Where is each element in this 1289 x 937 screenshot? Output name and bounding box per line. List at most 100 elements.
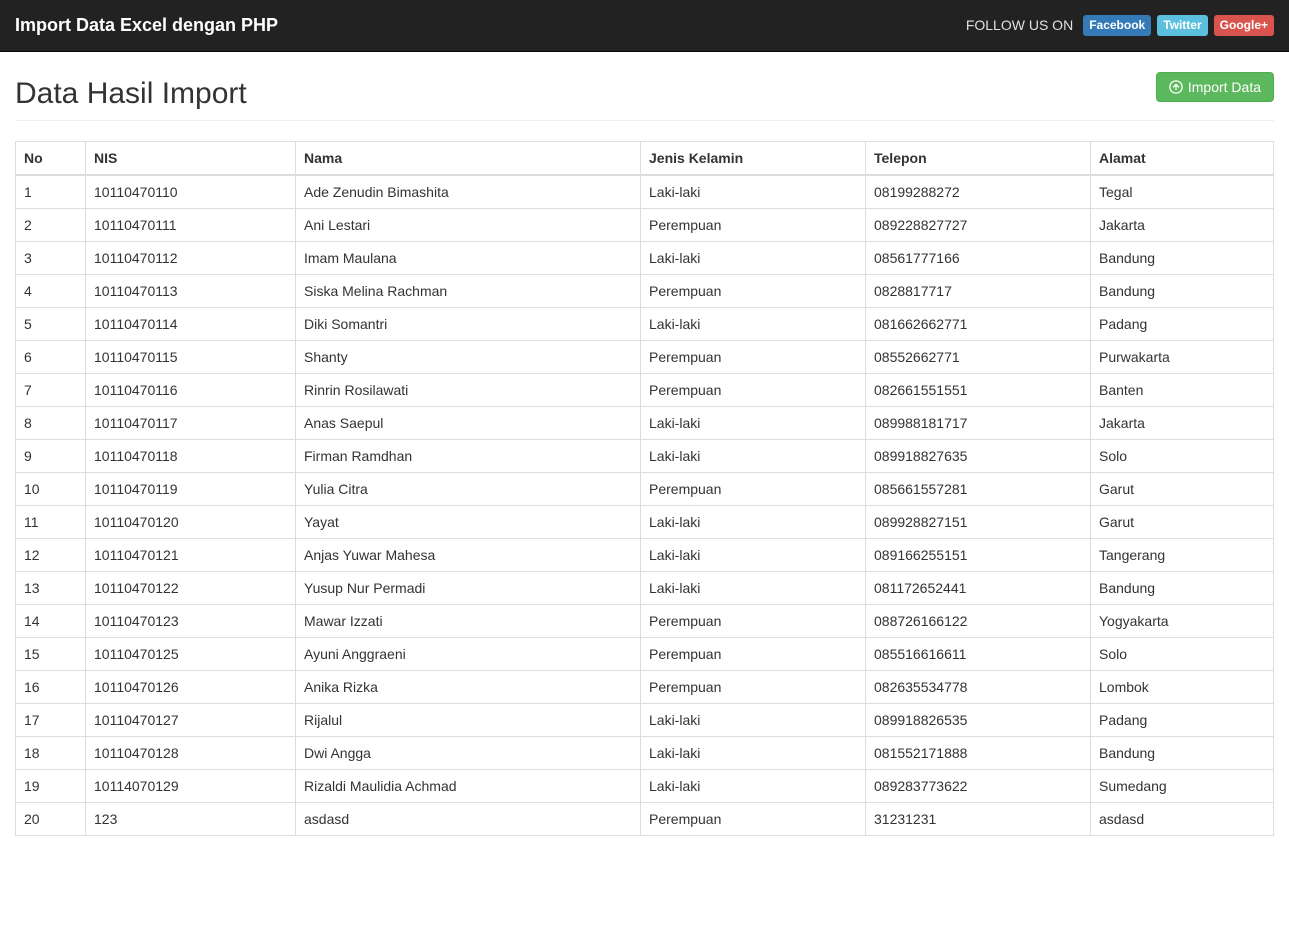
facebook-link[interactable]: Facebook: [1083, 15, 1151, 36]
cell-alamat: Sumedang: [1091, 770, 1274, 803]
follow-us-text: FOLLOW US ON: [966, 17, 1073, 33]
cell-alamat: Purwakarta: [1091, 341, 1274, 374]
data-table: No NIS Nama Jenis Kelamin Telepon Alamat…: [15, 141, 1274, 836]
cell-jk: Perempuan: [641, 671, 866, 704]
cell-nama: Anika Rizka: [296, 671, 641, 704]
cell-nama: Yulia Citra: [296, 473, 641, 506]
cell-jk: Perempuan: [641, 209, 866, 242]
cell-telepon: 0828817717: [866, 275, 1091, 308]
cell-jk: Laki-laki: [641, 506, 866, 539]
table-row: 310110470112Imam MaulanaLaki-laki0856177…: [16, 242, 1274, 275]
cell-telepon: 089283773622: [866, 770, 1091, 803]
cell-telepon: 085661557281: [866, 473, 1091, 506]
navbar: Import Data Excel dengan PHP FOLLOW US O…: [0, 0, 1289, 52]
cell-nama: Ade Zenudin Bimashita: [296, 175, 641, 209]
cell-telepon: 08199288272: [866, 175, 1091, 209]
cell-nis: 10110470119: [86, 473, 296, 506]
twitter-link[interactable]: Twitter: [1157, 15, 1207, 36]
cell-alamat: Bandung: [1091, 737, 1274, 770]
cell-no: 8: [16, 407, 86, 440]
cell-no: 20: [16, 803, 86, 836]
cell-telepon: 089918827635: [866, 440, 1091, 473]
cell-no: 9: [16, 440, 86, 473]
cell-alamat: Padang: [1091, 704, 1274, 737]
cell-telepon: 088726166122: [866, 605, 1091, 638]
cell-no: 12: [16, 539, 86, 572]
cell-alamat: Jakarta: [1091, 209, 1274, 242]
cell-nis: 10110470125: [86, 638, 296, 671]
cell-nama: Rijalul: [296, 704, 641, 737]
cell-alamat: Lombok: [1091, 671, 1274, 704]
cell-alamat: Yogyakarta: [1091, 605, 1274, 638]
cell-jk: Perempuan: [641, 473, 866, 506]
header-nama: Nama: [296, 142, 641, 176]
cell-jk: Laki-laki: [641, 737, 866, 770]
cell-alamat: Banten: [1091, 374, 1274, 407]
cell-nis: 10110470114: [86, 308, 296, 341]
cell-no: 17: [16, 704, 86, 737]
table-row: 910110470118Firman RamdhanLaki-laki08991…: [16, 440, 1274, 473]
cell-telepon: 082635534778: [866, 671, 1091, 704]
cell-nis: 10110470121: [86, 539, 296, 572]
cell-nama: Firman Ramdhan: [296, 440, 641, 473]
cell-jk: Laki-laki: [641, 407, 866, 440]
cell-nis: 10110470112: [86, 242, 296, 275]
header-alamat: Alamat: [1091, 142, 1274, 176]
cell-alamat: Garut: [1091, 506, 1274, 539]
cell-telepon: 089166255151: [866, 539, 1091, 572]
cell-telepon: 089988181717: [866, 407, 1091, 440]
cell-no: 18: [16, 737, 86, 770]
cell-nama: Mawar Izzati: [296, 605, 641, 638]
cell-telepon: 082661551551: [866, 374, 1091, 407]
table-row: 1510110470125Ayuni AnggraeniPerempuan085…: [16, 638, 1274, 671]
cell-jk: Laki-laki: [641, 175, 866, 209]
header-no: No: [16, 142, 86, 176]
cell-nama: asdasd: [296, 803, 641, 836]
header-telepon: Telepon: [866, 142, 1091, 176]
cell-jk: Laki-laki: [641, 242, 866, 275]
navbar-brand[interactable]: Import Data Excel dengan PHP: [15, 0, 278, 51]
cell-telepon: 089918826535: [866, 704, 1091, 737]
table-row: 1410110470123Mawar IzzatiPerempuan088726…: [16, 605, 1274, 638]
cell-jk: Perempuan: [641, 341, 866, 374]
google-link[interactable]: Google+: [1214, 15, 1274, 36]
cell-alamat: Bandung: [1091, 572, 1274, 605]
cell-no: 11: [16, 506, 86, 539]
cell-nama: Ayuni Anggraeni: [296, 638, 641, 671]
cell-jk: Laki-laki: [641, 440, 866, 473]
cell-no: 6: [16, 341, 86, 374]
cell-jk: Laki-laki: [641, 704, 866, 737]
cell-nis: 123: [86, 803, 296, 836]
cell-jk: Laki-laki: [641, 572, 866, 605]
cell-nis: 10110470115: [86, 341, 296, 374]
import-data-label: Import Data: [1188, 79, 1261, 95]
cell-nis: 10110470110: [86, 175, 296, 209]
table-row: 1010110470119Yulia CitraPerempuan0856615…: [16, 473, 1274, 506]
table-row: 110110470110Ade Zenudin BimashitaLaki-la…: [16, 175, 1274, 209]
cell-alamat: Tegal: [1091, 175, 1274, 209]
table-row: 710110470116Rinrin RosilawatiPerempuan08…: [16, 374, 1274, 407]
cell-no: 14: [16, 605, 86, 638]
table-row: 1910114070129Rizaldi Maulidia AchmadLaki…: [16, 770, 1274, 803]
cell-telepon: 089928827151: [866, 506, 1091, 539]
cell-jk: Laki-laki: [641, 770, 866, 803]
cell-no: 4: [16, 275, 86, 308]
cell-nama: Dwi Angga: [296, 737, 641, 770]
cell-no: 19: [16, 770, 86, 803]
cell-telepon: 089228827727: [866, 209, 1091, 242]
cell-no: 13: [16, 572, 86, 605]
cell-telepon: 081552171888: [866, 737, 1091, 770]
main-container: Data Hasil Import Import Data No NIS Nam…: [0, 52, 1289, 856]
cell-nama: Ani Lestari: [296, 209, 641, 242]
cell-nis: 10110470128: [86, 737, 296, 770]
cell-jk: Perempuan: [641, 605, 866, 638]
cell-alamat: Garut: [1091, 473, 1274, 506]
cell-nama: Diki Somantri: [296, 308, 641, 341]
cell-nama: Yusup Nur Permadi: [296, 572, 641, 605]
cell-no: 1: [16, 175, 86, 209]
import-data-button[interactable]: Import Data: [1156, 72, 1274, 102]
cell-telepon: 085516616611: [866, 638, 1091, 671]
table-row: 1310110470122Yusup Nur PermadiLaki-laki0…: [16, 572, 1274, 605]
cell-nama: Imam Maulana: [296, 242, 641, 275]
cell-nama: Yayat: [296, 506, 641, 539]
